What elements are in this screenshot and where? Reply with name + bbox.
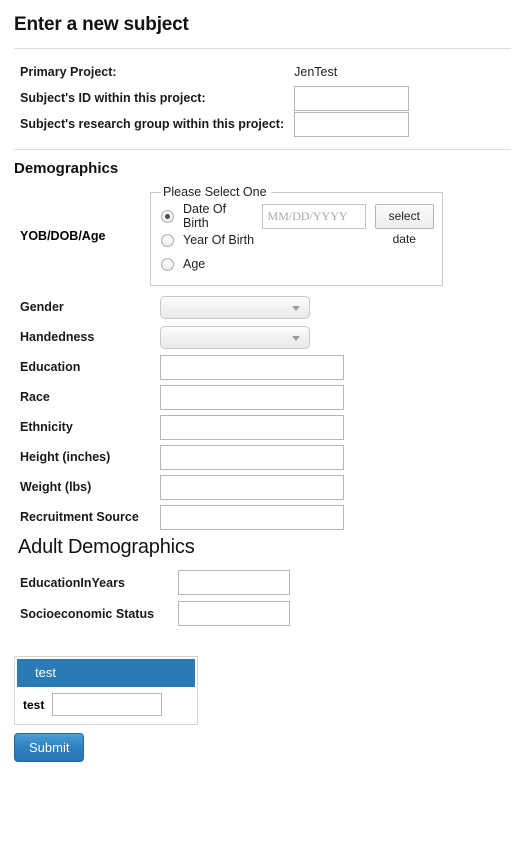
demographics-heading: Demographics — [14, 160, 119, 177]
gender-label: Gender — [20, 300, 64, 314]
radio-year-of-birth-label: Year Of Birth — [183, 233, 255, 247]
test-panel-wrapper: test test — [0, 629, 525, 725]
recruitment-source-label: Recruitment Source — [20, 510, 139, 524]
ethnicity-input[interactable] — [160, 414, 344, 440]
adult-demographics-fields: EducationInYears Socioeconomic Status — [0, 559, 525, 629]
education-input[interactable] — [160, 354, 344, 380]
socioeconomic-status-label: Socioeconomic Status — [20, 606, 155, 621]
recruitment-source-cell — [160, 502, 344, 532]
subject-id-input[interactable] — [294, 85, 410, 111]
height-label: Height (inches) — [20, 450, 111, 464]
radio-option-age[interactable]: Age — [161, 253, 434, 275]
weight-cell — [160, 472, 344, 502]
page-title: Enter a new subject — [14, 14, 189, 35]
subject-id-label: Subject's ID within this project: — [20, 91, 206, 105]
radio-age-label: Age — [183, 257, 206, 271]
table-row: Recruitment Source — [20, 502, 344, 532]
test-panel: test test — [14, 656, 198, 725]
table-row: Handedness — [20, 322, 344, 352]
radio-year-of-birth-icon[interactable] — [161, 233, 174, 247]
adult-demographics-heading: Adult Demographics — [18, 536, 195, 558]
subject-id-cell — [294, 85, 525, 111]
primary-project-label: Primary Project: — [20, 65, 117, 79]
please-select-one-fieldset: Please Select One Date Of Birth select d… — [150, 185, 443, 286]
education-label: Education — [20, 360, 81, 374]
radio-age-icon[interactable] — [161, 257, 174, 271]
primary-project-value: JenTest — [294, 65, 338, 79]
test-panel-body: test — [17, 687, 195, 722]
ethnicity-cell — [160, 412, 344, 442]
table-row: Height (inches) — [20, 442, 344, 472]
chevron-down-icon — [292, 305, 300, 311]
table-row: Gender — [20, 292, 344, 322]
weight-label: Weight (lbs) — [20, 480, 92, 494]
date-of-birth-inline-controls: select date — [261, 203, 434, 246]
yob-dob-age-label: YOB/DOB/Age — [20, 228, 106, 243]
adult-demographics-field-table: EducationInYears Socioeconomic Status — [20, 567, 290, 629]
education-in-years-cell — [178, 567, 290, 598]
yob-dob-age-row: YOB/DOB/Age Please Select One Date Of Bi… — [0, 177, 525, 286]
radio-option-date-of-birth[interactable]: Date Of Birth select date — [161, 202, 434, 246]
table-row: Race — [20, 382, 344, 412]
project-section: Primary Project: JenTest Subject's ID wi… — [0, 49, 525, 137]
demographics-fields: Gender Handedness Education Race Ethnici… — [0, 286, 525, 532]
table-row: Subject's research group within this pro… — [20, 111, 525, 137]
test-field-label: test — [23, 697, 45, 712]
handedness-label: Handedness — [20, 330, 95, 344]
gender-cell — [160, 292, 344, 322]
ethnicity-label: Ethnicity — [20, 420, 73, 434]
gender-select[interactable] — [160, 295, 310, 319]
table-row: Subject's ID within this project: — [20, 85, 525, 111]
select-date-button[interactable]: select date — [374, 203, 434, 246]
research-group-cell — [294, 111, 525, 137]
table-row: EducationInYears — [20, 567, 290, 598]
education-in-years-label: EducationInYears — [20, 575, 125, 590]
education-cell — [160, 352, 344, 382]
race-label: Race — [20, 390, 50, 404]
recruitment-source-input[interactable] — [160, 504, 344, 530]
table-row: Ethnicity — [20, 412, 344, 442]
handedness-select[interactable] — [160, 325, 310, 349]
height-input[interactable] — [160, 444, 344, 470]
radio-date-of-birth-icon[interactable] — [161, 209, 174, 223]
race-cell — [160, 382, 344, 412]
research-group-label: Subject's research group within this pro… — [20, 117, 285, 131]
handedness-cell — [160, 322, 344, 352]
project-value-cell: JenTest — [294, 59, 525, 85]
chevron-down-icon — [292, 335, 300, 341]
table-row: Weight (lbs) — [20, 472, 344, 502]
project-field-table: Primary Project: JenTest Subject's ID wi… — [20, 59, 525, 137]
research-group-input[interactable] — [294, 111, 410, 137]
education-in-years-input[interactable] — [178, 570, 290, 595]
table-row: Primary Project: JenTest — [20, 59, 525, 85]
test-panel-header: test — [17, 659, 195, 687]
table-row: Education — [20, 352, 344, 382]
table-row: Socioeconomic Status — [20, 598, 290, 629]
date-of-birth-input[interactable] — [261, 203, 366, 229]
weight-input[interactable] — [160, 474, 344, 500]
socioeconomic-status-input[interactable] — [178, 601, 290, 626]
race-input[interactable] — [160, 384, 344, 410]
height-cell — [160, 442, 344, 472]
submit-wrapper: Submit — [0, 725, 525, 762]
demographics-field-table: Gender Handedness Education Race Ethnici… — [20, 292, 344, 532]
socioeconomic-status-cell — [178, 598, 290, 629]
submit-button[interactable]: Submit — [14, 733, 85, 762]
test-field-input[interactable] — [52, 693, 163, 716]
radio-date-of-birth-label: Date Of Birth — [183, 202, 227, 230]
please-select-one-legend: Please Select One — [163, 185, 267, 199]
